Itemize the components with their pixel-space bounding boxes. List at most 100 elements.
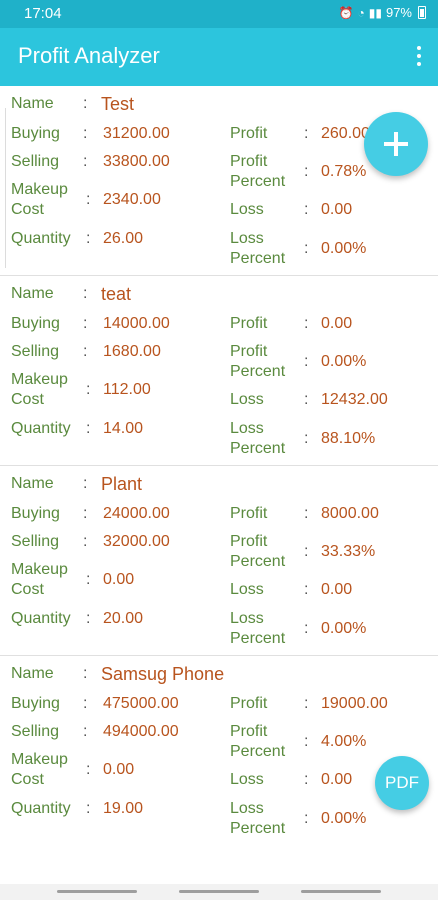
selling-label: Selling [11, 533, 60, 550]
name-label: Name [11, 285, 54, 302]
quantity-separator: : [86, 610, 91, 627]
product-card[interactable]: Name: Samsug Phone Buying:475000.00 Selling… [0, 656, 438, 846]
name-label: Name [11, 475, 54, 492]
makeup-cost-label-line1: Makeup [11, 561, 68, 578]
name-label: Name [11, 95, 54, 112]
makeup-cost-value: 0.00 [103, 571, 135, 588]
wifi-icon: ◔ [357, 5, 365, 20]
buying-separator: : [83, 315, 88, 332]
product-card[interactable]: Name: teat Buying:14000.00 Selling:1680.00 M… [0, 276, 438, 466]
buying-label: Buying [11, 505, 60, 522]
profit-percent-separator: : [304, 543, 309, 560]
selling-separator: : [83, 533, 88, 550]
quantity-label: Quantity [11, 610, 71, 627]
loss-label: Loss [230, 201, 264, 218]
nav-recent-button[interactable] [57, 890, 137, 893]
nav-back-button[interactable] [301, 890, 381, 893]
makeup-cost-value: 112.00 [103, 381, 151, 398]
makeup-cost-label-line2: Cost [11, 201, 44, 218]
app-bar: Profit Analyzer [0, 28, 438, 86]
profit-separator: : [304, 125, 309, 142]
nav-home-button[interactable] [179, 890, 259, 893]
selling-value: 32000.00 [103, 533, 170, 550]
loss-value: 0.00 [321, 201, 353, 218]
product-card[interactable]: Name: Test Buying:31200.00 Selling:33800.00… [0, 86, 438, 276]
item-name: Test [101, 94, 135, 114]
item-name: Plant [101, 474, 143, 494]
profit-label: Profit [230, 125, 268, 142]
loss-percent-label-line1: Loss [230, 610, 264, 627]
makeup-separator: : [86, 381, 91, 398]
profit-label: Profit [230, 695, 268, 712]
buying-separator: : [83, 695, 88, 712]
profit-separator: : [304, 695, 309, 712]
profit-percent-value: 0.00% [321, 353, 367, 370]
system-nav-bar [0, 884, 438, 900]
status-bar: 17:04 ⏰ ◔ ▮▮ 97% [0, 0, 438, 28]
quantity-value: 19.00 [103, 800, 144, 817]
loss-percent-separator: : [304, 810, 309, 827]
loss-separator: : [304, 201, 309, 218]
buying-value: 14000.00 [103, 315, 170, 332]
name-label: Name [11, 665, 54, 682]
item-list: Name: Test Buying:31200.00 Selling:33800.00… [0, 86, 438, 846]
loss-separator: : [304, 581, 309, 598]
makeup-cost-label-line2: Cost [11, 771, 44, 788]
alarm-icon: ⏰ [338, 5, 354, 20]
pdf-export-button[interactable]: PDF [375, 756, 429, 810]
profit-value: 8000.00 [321, 505, 379, 522]
makeup-cost-label-line1: Makeup [11, 751, 68, 768]
battery-icon [418, 6, 426, 19]
signal-icon: ▮▮ [368, 5, 382, 20]
buying-separator: : [83, 125, 88, 142]
makeup-separator: : [86, 191, 91, 208]
makeup-separator: : [86, 571, 91, 588]
name-separator: : [83, 95, 88, 112]
selling-value: 494000.00 [103, 723, 179, 740]
buying-separator: : [83, 505, 88, 522]
selling-separator: : [83, 723, 88, 740]
loss-percent-separator: : [304, 240, 309, 257]
loss-percent-label-line1: Loss [230, 230, 264, 247]
status-time: 17:04 [24, 5, 62, 22]
profit-value: 19000.00 [321, 695, 388, 712]
buying-label: Buying [11, 125, 60, 142]
profit-percent-value: 33.33% [321, 543, 376, 560]
selling-separator: : [83, 153, 88, 170]
quantity-label: Quantity [11, 230, 71, 247]
profit-percent-label-line1: Profit [230, 723, 268, 740]
buying-value: 31200.00 [103, 125, 170, 142]
quantity-value: 14.00 [103, 420, 144, 437]
profit-percent-value: 4.00% [321, 733, 367, 750]
item-name: teat [101, 284, 132, 304]
buying-label: Buying [11, 315, 60, 332]
plus-icon [384, 132, 408, 156]
buying-value: 475000.00 [103, 695, 179, 712]
app-title: Profit Analyzer [18, 43, 160, 68]
profit-percent-label-line1: Profit [230, 153, 268, 170]
profit-percent-separator: : [304, 163, 309, 180]
loss-separator: : [304, 771, 309, 788]
buying-label: Buying [11, 695, 60, 712]
profit-percent-value: 0.78% [321, 163, 367, 180]
loss-percent-label-line1: Loss [230, 800, 264, 817]
status-icons: ⏰ ◔ ▮▮ 97% [339, 5, 426, 20]
selling-value: 33800.00 [103, 153, 170, 170]
profit-separator: : [304, 505, 309, 522]
add-item-button[interactable] [364, 112, 428, 176]
battery-percent: 97% [385, 5, 412, 20]
quantity-label: Quantity [11, 800, 71, 817]
makeup-cost-label-line1: Makeup [11, 371, 68, 388]
buying-value: 24000.00 [103, 505, 170, 522]
loss-value: 0.00 [321, 581, 353, 598]
loss-percent-value: 0.00% [321, 810, 367, 827]
overflow-menu-icon[interactable] [416, 46, 422, 66]
loss-percent-label-line2: Percent [230, 820, 286, 837]
profit-percent-label-line1: Profit [230, 533, 268, 550]
quantity-label: Quantity [11, 420, 71, 437]
makeup-cost-label-line1: Makeup [11, 181, 68, 198]
makeup-cost-value: 0.00 [103, 761, 135, 778]
selling-value: 1680.00 [103, 343, 161, 360]
profit-percent-label-line2: Percent [230, 553, 286, 570]
product-card[interactable]: Name: Plant Buying:24000.00 Selling:32000.0… [0, 466, 438, 656]
